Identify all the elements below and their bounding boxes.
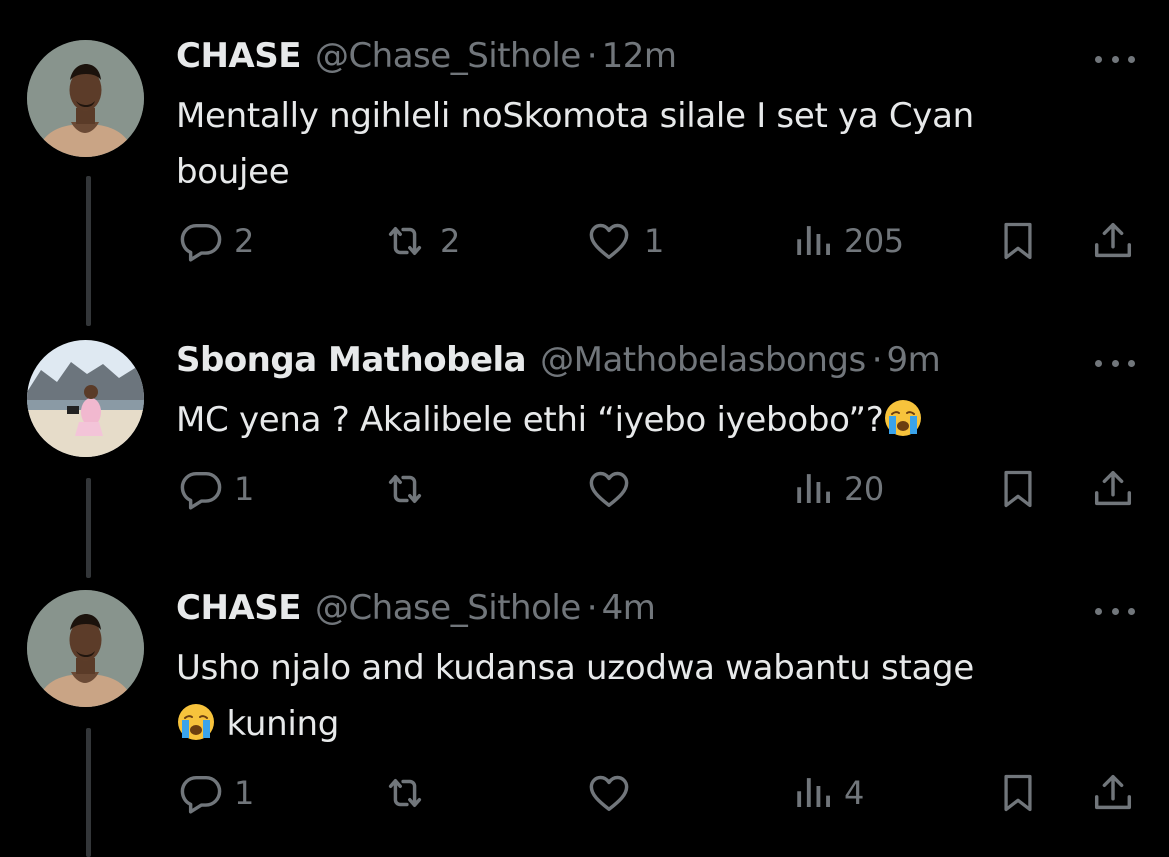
tweet-text: Mentally ngihleli noSkomota silale I set… (176, 88, 1106, 200)
tweet-text-line: Usho njalo and kudansa uzodwa wabantu st… (176, 648, 974, 688)
share-icon (1090, 218, 1136, 264)
like-button[interactable]: 1 (584, 216, 664, 266)
separator-dot: · (586, 588, 598, 628)
tweet-thread: CHASE @Chase_Sithole · 12m Mentally ngih… (0, 0, 1169, 857)
tweet-actions: 2 2 1 205 (0, 216, 1169, 266)
tweet-text-line: kuning (176, 696, 1106, 752)
user-handle[interactable]: @Chase_Sithole (315, 588, 581, 628)
tweet-actions: 1 4 (0, 768, 1169, 818)
tweet-text-segment: kuning (226, 704, 340, 744)
bookmark-icon (996, 466, 1040, 512)
timestamp[interactable]: 12m (602, 36, 677, 76)
tweet-text-line: boujee (176, 152, 290, 192)
retweet-icon (380, 218, 430, 264)
user-handle[interactable]: @Mathobelasbongs (540, 340, 866, 380)
retweet-icon (380, 770, 430, 816)
timestamp[interactable]: 4m (602, 588, 656, 628)
heart-icon (584, 218, 634, 264)
view-count: 4 (844, 774, 864, 812)
like-button[interactable] (584, 768, 644, 818)
bookmark-button[interactable] (996, 464, 1040, 514)
display-name[interactable]: CHASE (176, 588, 301, 628)
retweet-count: 2 (440, 222, 460, 260)
reply-button[interactable]: 1 (178, 464, 254, 514)
tweet-header: CHASE @Chase_Sithole · 12m (176, 36, 677, 76)
tweet-header: CHASE @Chase_Sithole · 4m (176, 588, 656, 628)
tweet-header: Sbonga Mathobela @Mathobelasbongs · 9m (176, 340, 941, 380)
reply-button[interactable]: 2 (178, 216, 254, 266)
user-handle[interactable]: @Chase_Sithole (315, 36, 581, 76)
separator-dot: · (871, 340, 883, 380)
tweet-text: Usho njalo and kudansa uzodwa wabantu st… (176, 640, 1106, 752)
avatar-image (27, 40, 144, 157)
view-count: 20 (844, 470, 884, 508)
tweet-text: MC yena ? Akalibele ethi “iyebo iyebobo”… (176, 392, 1106, 448)
tweet-actions: 1 20 (0, 464, 1169, 514)
share-button[interactable] (1090, 464, 1136, 514)
avatar[interactable] (27, 590, 144, 707)
bookmark-button[interactable] (996, 216, 1040, 266)
bookmark-button[interactable] (996, 768, 1040, 818)
views-icon (792, 220, 834, 262)
display-name[interactable]: CHASE (176, 36, 301, 76)
heart-icon (584, 770, 634, 816)
loudly-crying-face-emoji (883, 398, 923, 438)
like-count: 1 (644, 222, 664, 260)
share-button[interactable] (1090, 768, 1136, 818)
share-icon (1090, 770, 1136, 816)
like-button[interactable] (584, 464, 644, 514)
more-icon[interactable] (1095, 54, 1135, 64)
views-button[interactable]: 205 (792, 216, 904, 266)
separator-dot: · (586, 36, 598, 76)
more-icon[interactable] (1095, 606, 1135, 616)
more-icon[interactable] (1095, 358, 1135, 368)
share-icon (1090, 466, 1136, 512)
tweet[interactable]: CHASE @Chase_Sithole · 4m Usho njalo and… (0, 588, 1169, 857)
display-name[interactable]: Sbonga Mathobela (176, 340, 527, 380)
reply-count: 2 (234, 222, 254, 260)
heart-icon (584, 466, 634, 512)
bookmark-icon (996, 218, 1040, 264)
tweet-text-line: MC yena ? Akalibele ethi “iyebo iyebobo”… (176, 392, 1106, 448)
retweet-button[interactable] (380, 768, 440, 818)
retweet-icon (380, 466, 430, 512)
views-button[interactable]: 4 (792, 768, 864, 818)
reply-count: 1 (234, 774, 254, 812)
views-button[interactable]: 20 (792, 464, 884, 514)
avatar[interactable] (27, 340, 144, 457)
reply-icon (178, 466, 224, 512)
avatar[interactable] (27, 40, 144, 157)
reply-icon (178, 218, 224, 264)
timestamp[interactable]: 9m (887, 340, 941, 380)
tweet[interactable]: CHASE @Chase_Sithole · 12m Mentally ngih… (0, 36, 1169, 296)
reply-icon (178, 770, 224, 816)
view-count: 205 (844, 222, 904, 260)
reply-button[interactable]: 1 (178, 768, 254, 818)
avatar-image (27, 590, 144, 707)
retweet-button[interactable] (380, 464, 440, 514)
reply-count: 1 (234, 470, 254, 508)
tweet[interactable]: Sbonga Mathobela @Mathobelasbongs · 9m M… (0, 340, 1169, 540)
tweet-text-segment: MC yena ? Akalibele ethi “iyebo iyebobo”… (176, 400, 884, 440)
avatar-image (27, 340, 144, 457)
tweet-text-line: Mentally ngihleli noSkomota silale I set… (176, 96, 974, 136)
share-button[interactable] (1090, 216, 1136, 266)
views-icon (792, 772, 834, 814)
retweet-button[interactable]: 2 (380, 216, 460, 266)
views-icon (792, 468, 834, 510)
bookmark-icon (996, 770, 1040, 816)
loudly-crying-face-emoji (176, 702, 216, 742)
